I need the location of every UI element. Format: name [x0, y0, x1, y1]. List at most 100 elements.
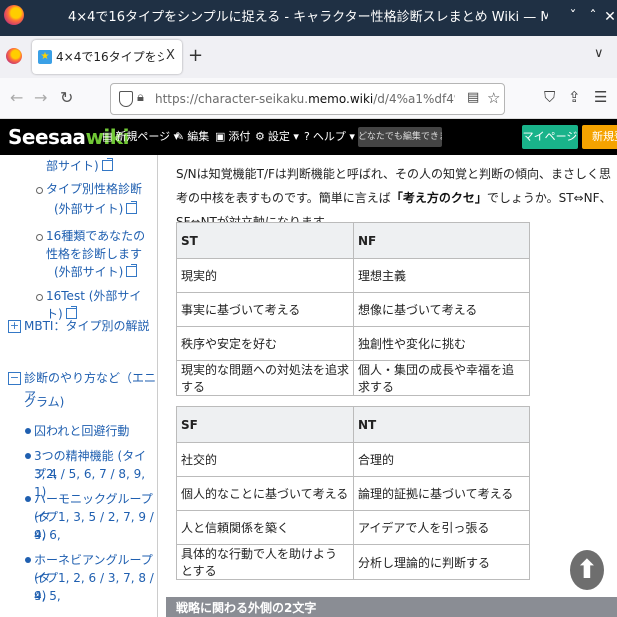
table-header: SF — [176, 406, 354, 443]
arrow-up-icon: ⬆ — [576, 555, 598, 585]
emphasis-text: 「考え方のクセ」 — [390, 191, 487, 205]
table-cell: アイデアで人を引っ張る — [353, 510, 530, 545]
forward-button[interactable]: → — [34, 88, 47, 108]
sidebar-link-avoidance[interactable]: 囚われと回避行動 — [34, 422, 129, 440]
sidebar-link-harmonic-line3[interactable]: 9) — [34, 526, 46, 544]
sidebar-link-16types-line2[interactable]: 性格を診断します — [46, 245, 142, 263]
list-bullet — [36, 294, 43, 301]
edit-permission-badge: どなたでも編集できます — [358, 127, 442, 147]
table-cell: 具体的な行動で人を助けようとする — [176, 544, 354, 580]
table-cell: 独創性や変化に挑む — [353, 326, 530, 361]
sidebar-link-hornevian-line3[interactable]: 9) — [34, 587, 46, 605]
register-button[interactable]: 新規登 — [582, 125, 617, 149]
table-row: 社交的 合理的 — [176, 442, 530, 477]
maximize-button[interactable]: ˆ — [584, 8, 602, 26]
sidebar-link-16types-sub[interactable]: (外部サイト) — [54, 263, 138, 281]
sidebar-section-mbti[interactable]: MBTI：タイプ別の解説 — [24, 317, 149, 335]
image-icon: ▣ — [215, 130, 226, 143]
external-link-icon — [126, 201, 138, 214]
collapse-toggle-icon[interactable]: − — [8, 372, 21, 385]
gear-icon: ⚙ — [255, 130, 265, 143]
table-cell: 個人的なことに基づいて考える — [176, 476, 354, 511]
sidebar-link-type-diagnosis[interactable]: タイプ別性格診断 — [46, 180, 142, 198]
edit-menu[interactable]: ✎ 編集 — [175, 129, 209, 145]
close-window-button[interactable]: ✕ — [601, 8, 617, 26]
table-row: 人と信頼関係を築く アイデアで人を引っ張る — [176, 510, 530, 545]
table-cell: 現実的な問題への対処法を追求する — [176, 360, 354, 396]
table-cell: 合理的 — [353, 442, 530, 477]
tab-active[interactable]: ★ 4×4で16タイプをシンプル X — [32, 40, 182, 74]
pocket-icon[interactable]: ⛉ — [544, 88, 555, 106]
table-cell: 個人・集団の成長や幸福を追求する — [353, 360, 530, 396]
table-cell: 秩序や安定を好む — [176, 326, 354, 361]
st-nf-table: ST NF 現実的 理想主義 事実に基づいて考える 想像に基づいて考える 秩序や… — [176, 222, 530, 396]
table-cell: 社交的 — [176, 442, 354, 477]
list-bullet — [25, 557, 31, 563]
firefox-view-icon[interactable] — [6, 48, 22, 64]
settings-menu[interactable]: ⚙ 設定 ▾ — [255, 129, 299, 145]
edit-icon: ✎ — [175, 130, 185, 143]
table-header: NT — [353, 406, 530, 443]
reload-button[interactable]: ↻ — [60, 88, 73, 108]
external-link-icon — [101, 158, 113, 171]
section-heading-bar: 戦略に関わる外側の2文字 — [166, 597, 617, 617]
window-title: 4×4で16タイプをシンプルに捉える - キャラクター性格診断スレまとめ Wik… — [68, 10, 548, 25]
sidebar-link-hornevian-line2[interactable]: イプ1, 2, 6 / 3, 7, 8 / 4, 5, — [34, 569, 157, 605]
tracking-protection-shield-icon[interactable] — [119, 91, 133, 107]
table-header: ST — [176, 222, 354, 259]
extensions-icon[interactable]: ⇪ — [568, 88, 581, 106]
table-row: 現実的な問題への対処法を追求する 個人・集団の成長や幸福を追求する — [176, 360, 530, 396]
sidebar-link-type-diagnosis-sub[interactable]: (外部サイト) — [54, 200, 138, 218]
sf-nt-table: SF NT 社交的 合理的 個人的なことに基づいて考える 論理的証拠に基づいて考… — [176, 406, 530, 580]
new-tab-button[interactable]: + — [188, 45, 203, 66]
table-row: 個人的なことに基づいて考える 論理的証拠に基づいて考える — [176, 476, 530, 511]
reader-view-icon[interactable]: ▤ — [467, 90, 479, 105]
list-bullet — [25, 428, 31, 434]
bookmark-star-icon[interactable]: ☆ — [487, 89, 500, 107]
table-cell: 想像に基づいて考える — [353, 292, 530, 327]
mypage-button[interactable]: マイページ — [522, 125, 578, 149]
sidebar-link-harmonic-line2[interactable]: イプ1, 3, 5 / 2, 7, 9 / 4, 6, — [34, 508, 157, 544]
sidebar: 部サイト) タイプ別性格診断 (外部サイト) 16種類であなたの 性格を診断しま… — [0, 155, 158, 617]
site-header: Seesaawiki ▤ 新規ページ ▾ ✎ 編集 ▣ 添付 ⚙ 設定 ▾ ? ヘルプ ▾… — [0, 119, 617, 155]
table-row: 現実的 理想主義 — [176, 258, 530, 293]
table-header: NF — [353, 222, 530, 259]
sidebar-section-diagnosis-line2[interactable]: グラム) — [24, 393, 64, 411]
new-page-menu[interactable]: ▤ 新規ページ ▾ — [102, 129, 179, 145]
table-cell: 論理的証拠に基づいて考える — [353, 476, 530, 511]
attach-menu[interactable]: ▣ 添付 — [215, 129, 250, 145]
site-favicon-icon: ★ — [38, 50, 52, 64]
list-bullet — [36, 234, 43, 241]
page-icon: ▤ — [102, 130, 113, 143]
table-cell: 事実に基づいて考える — [176, 292, 354, 327]
sidebar-link-16types[interactable]: 16種類であなたの — [46, 227, 145, 245]
table-row: 具体的な行動で人を助けようとする 分析し理論的に判断する — [176, 544, 530, 580]
table-cell: 人と信頼関係を築く — [176, 510, 354, 545]
help-menu[interactable]: ? ヘルプ ▾ — [304, 129, 355, 145]
table-cell: 分析し理論的に判断する — [353, 544, 530, 580]
expand-toggle-icon[interactable]: + — [8, 320, 21, 333]
firefox-logo-icon — [4, 5, 24, 25]
list-all-tabs-button[interactable]: ∨ — [594, 46, 604, 61]
table-cell: 現実的 — [176, 258, 354, 293]
navigation-bar: ← → ↻ 🔒︎ https://character-seikaku.memo.… — [0, 78, 617, 119]
sidebar-link-external-0[interactable]: 部サイト) — [46, 157, 113, 175]
list-bullet — [25, 496, 31, 502]
app-menu-icon[interactable]: ☰ — [594, 88, 607, 106]
url-bar[interactable]: 🔒︎ https://character-seikaku.memo.wiki/d… — [110, 83, 505, 115]
section-heading: 戦略に関わる外側の2文字 — [176, 601, 317, 615]
lock-icon[interactable]: 🔒︎ — [137, 90, 144, 105]
list-bullet — [25, 453, 31, 459]
url-text[interactable]: https://character-seikaku.memo.wiki/d/4%… — [155, 91, 455, 107]
help-icon: ? — [304, 130, 310, 143]
list-bullet — [36, 187, 43, 194]
external-link-icon — [126, 264, 138, 277]
scroll-to-top-button[interactable]: ⬆ — [570, 550, 604, 590]
table-row: 秩序や安定を好む 独創性や変化に挑む — [176, 326, 530, 361]
table-cell: 理想主義 — [353, 258, 530, 293]
minimize-button[interactable]: ˇ — [564, 8, 582, 26]
tab-close-button[interactable]: X — [166, 48, 175, 63]
tab-strip: ★ 4×4で16タイプをシンプル X + ∨ — [0, 36, 617, 78]
tab-label: 4×4で16タイプをシンプル — [56, 50, 164, 64]
back-button[interactable]: ← — [10, 88, 23, 108]
